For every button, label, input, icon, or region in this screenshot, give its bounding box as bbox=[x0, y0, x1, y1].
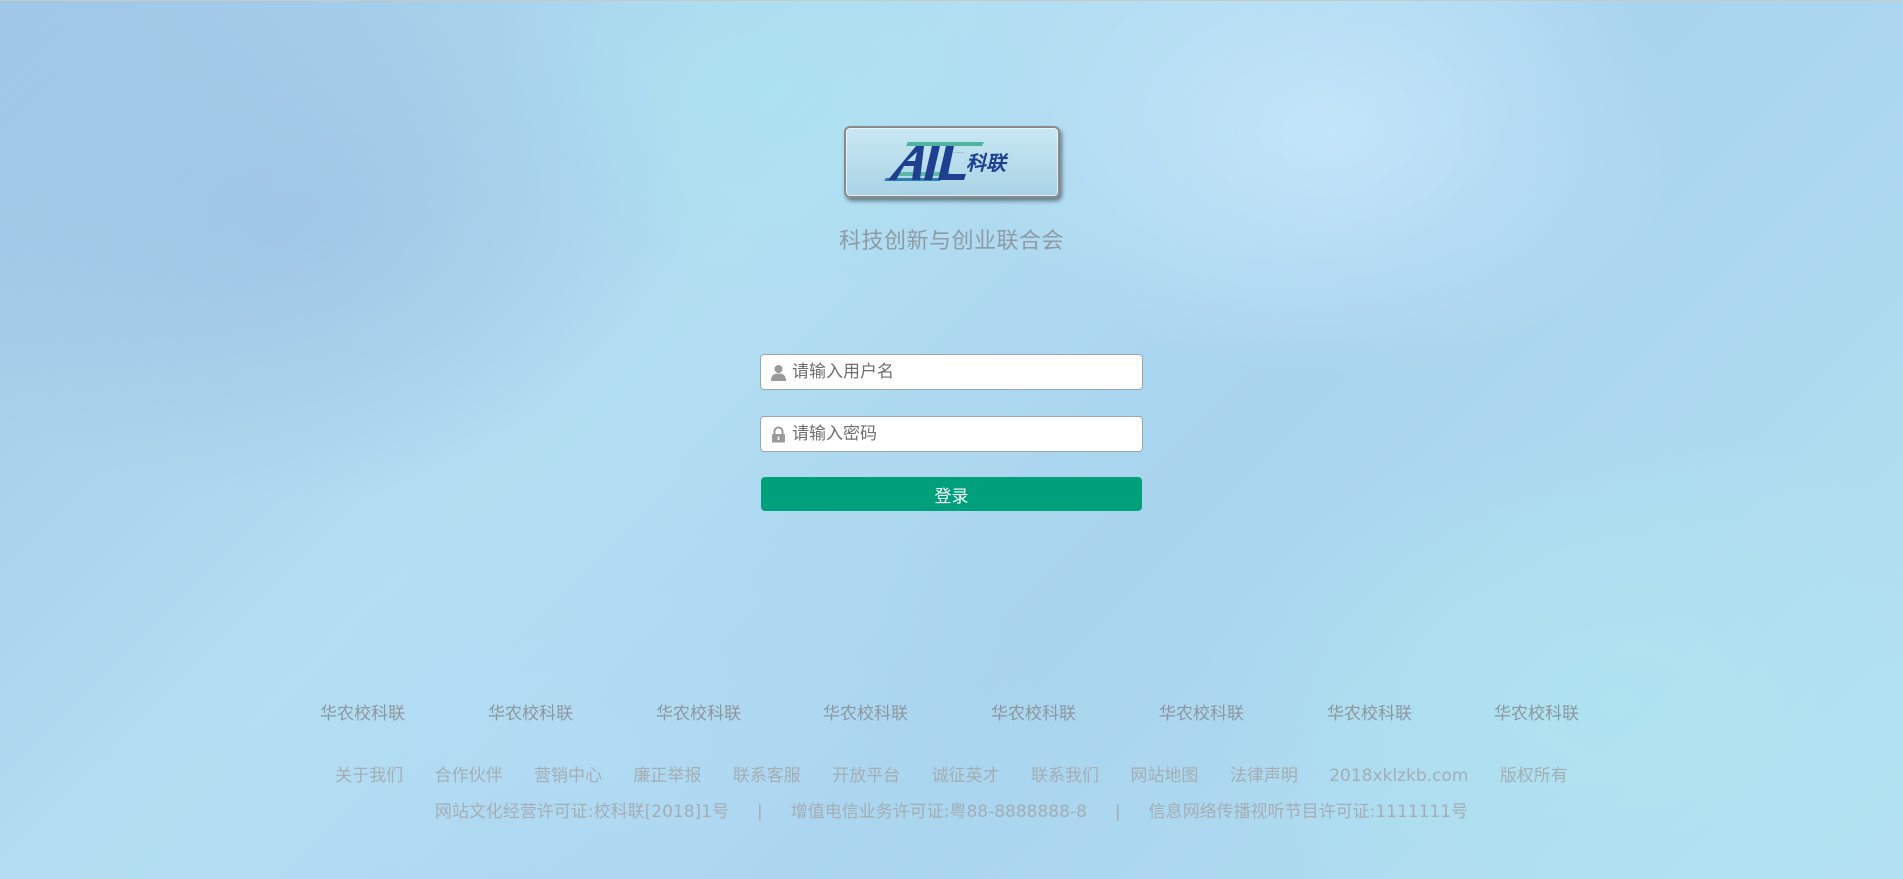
license-info: 网站文化经营许可证:校科联[2018]1号 | 增值电信业务许可证:粤88-8888… bbox=[0, 797, 1903, 822]
footer-link-open-platform[interactable]: 开放平台 bbox=[832, 766, 900, 786]
footer-link-sitemap[interactable]: 网站地图 bbox=[1130, 766, 1198, 786]
footer-link-marketing[interactable]: 营销中心 bbox=[534, 766, 602, 786]
partner-link[interactable]: 华农校科联 bbox=[488, 699, 573, 724]
partner-link[interactable]: 华农校科联 bbox=[823, 699, 908, 724]
lock-icon bbox=[772, 426, 785, 443]
license-telecom: 增值电信业务许可证:粤88-8888888-8 bbox=[790, 802, 1087, 822]
partner-link[interactable]: 华农校科联 bbox=[656, 699, 741, 724]
footer-link-domain[interactable]: 2018xklzkb.com bbox=[1329, 766, 1468, 786]
footer-link-contact[interactable]: 联系我们 bbox=[1031, 766, 1099, 786]
license-separator: | bbox=[757, 802, 763, 822]
partner-link[interactable]: 华农校科联 bbox=[991, 699, 1076, 724]
logo-graphic: 科联 ········ bbox=[884, 142, 1009, 181]
license-separator: | bbox=[1114, 802, 1121, 822]
org-name: 科技创新与创业联合会 bbox=[838, 229, 1064, 254]
license-broadcast: 信息网络传播视听节目许可证:1111111号 bbox=[1148, 802, 1469, 822]
svg-text:········: ········ bbox=[954, 150, 964, 155]
user-icon bbox=[771, 365, 786, 381]
partner-link[interactable]: 华农校科联 bbox=[1159, 699, 1244, 724]
footer-link-report[interactable]: 廉正举报 bbox=[633, 766, 701, 786]
partner-link[interactable]: 华农校科联 bbox=[320, 699, 405, 724]
partner-link[interactable]: 华农校科联 bbox=[1494, 699, 1579, 724]
license-culture: 网站文化经营许可证:校科联[2018]1号 bbox=[434, 802, 729, 822]
footer-link-careers[interactable]: 诚征英才 bbox=[932, 766, 1000, 786]
logo: 科联 ········ bbox=[844, 126, 1060, 198]
partner-links: 华农校科联 华农校科联 华农校科联 华农校科联 华农校科联 华农校科联 华农校科… bbox=[0, 699, 1903, 724]
footer-link-support[interactable]: 联系客服 bbox=[733, 766, 801, 786]
login-button[interactable]: 登录 bbox=[761, 477, 1142, 511]
username-field[interactable] bbox=[760, 354, 1143, 390]
footer-link-copyright[interactable]: 版权所有 bbox=[1500, 766, 1568, 786]
footer-link-legal[interactable]: 法律声明 bbox=[1230, 766, 1298, 786]
footer-link-about[interactable]: 关于我们 bbox=[335, 766, 403, 786]
password-field[interactable] bbox=[760, 416, 1143, 452]
password-input[interactable] bbox=[792, 417, 1132, 451]
footer-links: 关于我们 合作伙伴 营销中心 廉正举报 联系客服 开放平台 诚征英才 联系我们 … bbox=[0, 761, 1903, 786]
partner-link[interactable]: 华农校科联 bbox=[1327, 699, 1412, 724]
username-input[interactable] bbox=[792, 355, 1132, 389]
logo-text: 科联 bbox=[966, 151, 1009, 175]
footer-link-partners[interactable]: 合作伙伴 bbox=[435, 766, 503, 786]
